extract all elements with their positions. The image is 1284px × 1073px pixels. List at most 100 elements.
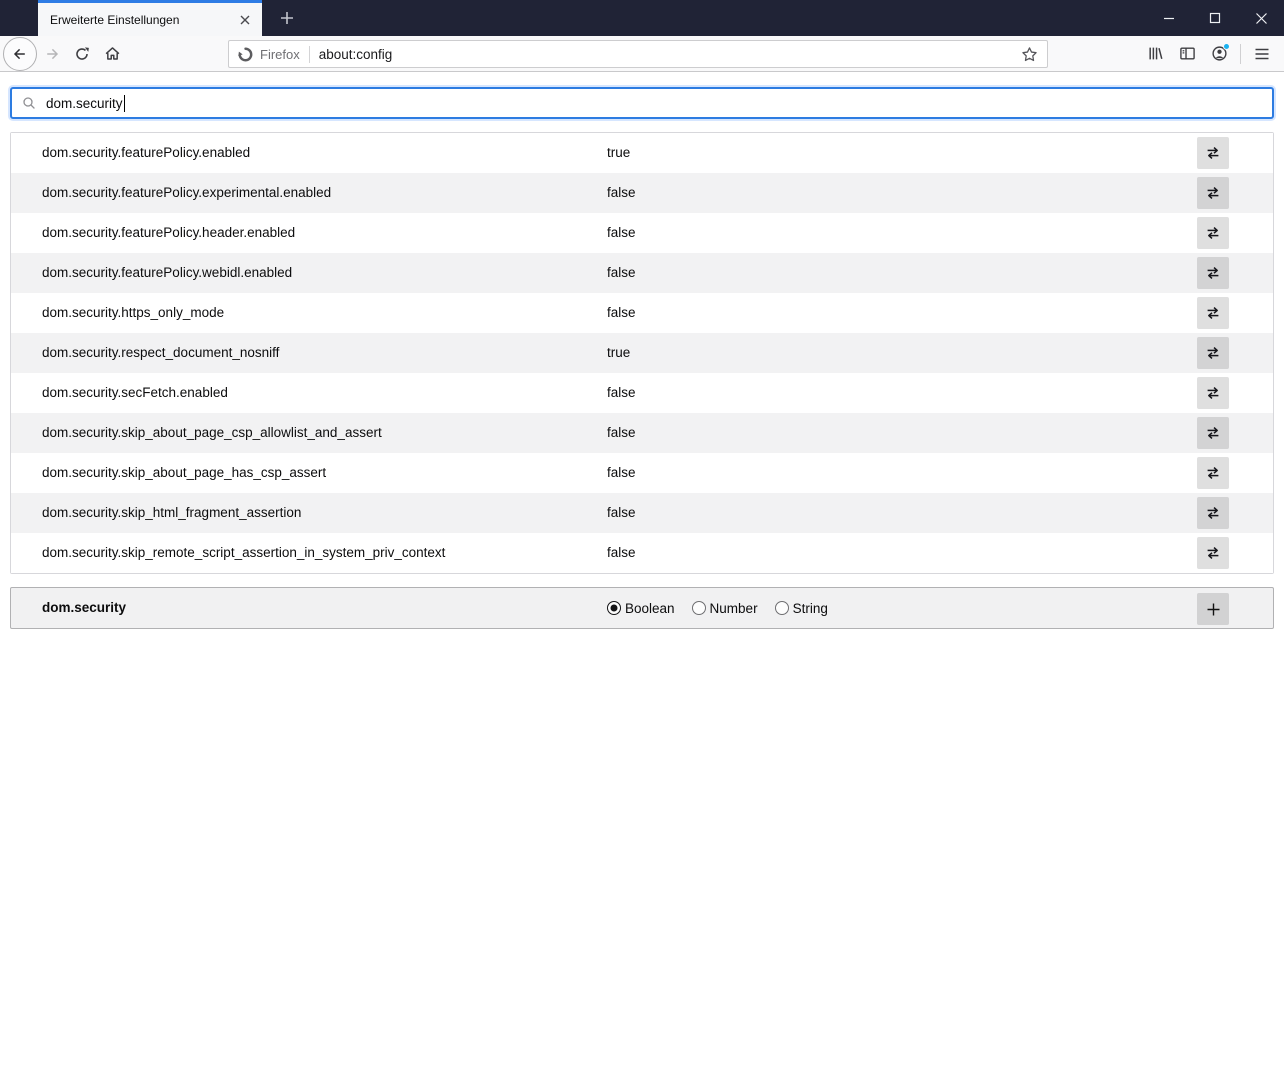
pref-type-radio[interactable]: Boolean (607, 601, 675, 616)
pref-value: true (607, 345, 631, 360)
maximize-icon[interactable] (1192, 0, 1238, 36)
pref-name: dom.security.secFetch.enabled (42, 385, 228, 400)
pref-toggle-button[interactable] (1197, 497, 1229, 529)
pref-value: false (607, 265, 636, 280)
about-config-page: dom.security dom.security.featurePolicy.… (0, 72, 1284, 1073)
radio-circle-icon (607, 601, 621, 615)
pref-row: dom.security.secFetch.enabled false (11, 373, 1273, 413)
pref-type-radio-group: Boolean Number String (607, 588, 828, 628)
pref-toggle-button[interactable] (1197, 137, 1229, 169)
pref-value: false (607, 185, 636, 200)
pref-toggle-button[interactable] (1197, 337, 1229, 369)
pref-value: false (607, 385, 636, 400)
pref-toggle-button[interactable] (1197, 377, 1229, 409)
pref-value: true (607, 145, 631, 160)
pref-toggle-button[interactable] (1197, 457, 1229, 489)
pref-type-radio[interactable]: Number (691, 600, 758, 616)
pref-name: dom.security.featurePolicy.enabled (42, 145, 251, 160)
pref-toggle-button[interactable] (1197, 537, 1229, 569)
pref-name: dom.security.featurePolicy.header.enable… (42, 225, 296, 240)
pref-toggle-button[interactable] (1197, 297, 1229, 329)
pref-toggle-button[interactable] (1197, 177, 1229, 209)
pref-toggle-button[interactable] (1197, 417, 1229, 449)
swap-arrows-icon (1207, 387, 1219, 399)
pref-row: dom.security.skip_remote_script_assertio… (11, 533, 1273, 573)
pref-row: dom.security.https_only_mode false (11, 293, 1273, 333)
back-button[interactable] (3, 36, 37, 71)
add-pref-name: dom.security (42, 600, 127, 615)
pref-row: dom.security.skip_html_fragment_assertio… (11, 493, 1273, 533)
search-input[interactable]: dom.security (10, 87, 1274, 119)
pref-toggle-button[interactable] (1197, 217, 1229, 249)
swap-arrows-icon (1207, 547, 1219, 559)
pref-row: dom.security.featurePolicy.enabled true (11, 133, 1273, 173)
urlbar-separator (308, 45, 310, 63)
pref-value: false (607, 225, 636, 240)
radio-label: Boolean (625, 600, 675, 616)
pref-name: dom.security.skip_remote_script_assertio… (42, 545, 446, 560)
browser-window: Erweiterte Einstellungen Firefox about:c… (0, 0, 1284, 1073)
toolbar-divider (1240, 43, 1241, 64)
home-button[interactable] (97, 39, 127, 69)
account-notification-dot (1223, 42, 1230, 50)
reload-button[interactable] (67, 39, 97, 69)
menu-icon[interactable] (1246, 39, 1278, 69)
search-icon (22, 96, 36, 110)
close-icon[interactable] (1238, 0, 1284, 36)
swap-arrows-icon (1207, 227, 1219, 239)
search-value: dom.security (46, 95, 123, 111)
prefs-table: dom.security.featurePolicy.enabled true … (10, 132, 1274, 574)
pref-toggle-button[interactable] (1197, 257, 1229, 289)
pref-name: dom.security.https_only_mode (42, 305, 225, 320)
navigation-toolbar: Firefox about:config (0, 36, 1284, 72)
bookmark-star-icon[interactable] (1017, 42, 1041, 66)
swap-arrows-icon (1207, 307, 1219, 319)
pref-row: dom.security.featurePolicy.webidl.enable… (11, 253, 1273, 293)
tab-title: Erweiterte Einstellungen (50, 12, 180, 27)
toolbar-right-group (1139, 36, 1278, 71)
pref-name: dom.security.featurePolicy.experimental.… (42, 185, 332, 200)
swap-arrows-icon (1207, 507, 1219, 519)
swap-arrows-icon (1207, 347, 1219, 359)
account-icon[interactable] (1203, 39, 1235, 69)
sidebar-icon[interactable] (1171, 39, 1203, 69)
swap-arrows-icon (1207, 427, 1219, 439)
radio-circle-icon (774, 601, 789, 615)
pref-type-radio[interactable]: String (774, 600, 828, 616)
radio-label: String (792, 600, 828, 616)
swap-arrows-icon (1207, 267, 1219, 279)
pref-row: dom.security.respect_document_nosniff tr… (11, 333, 1273, 373)
pref-name: dom.security.skip_about_page_has_csp_ass… (42, 465, 327, 480)
minimize-icon[interactable] (1146, 0, 1192, 36)
pref-value: false (607, 545, 636, 560)
firefox-logo-icon (238, 47, 253, 61)
pref-row: dom.security.skip_about_page_csp_allowli… (11, 413, 1273, 453)
forward-button[interactable] (37, 39, 67, 69)
radio-label: Number (709, 600, 758, 616)
swap-arrows-icon (1207, 147, 1219, 159)
identity-box[interactable]: Firefox (237, 46, 300, 63)
identity-label: Firefox (260, 46, 300, 62)
pref-name: dom.security.featurePolicy.webidl.enable… (42, 265, 293, 280)
tab-bar: Erweiterte Einstellungen (0, 0, 1284, 36)
library-icon[interactable] (1139, 39, 1171, 69)
tab-erweiterte-einstellungen[interactable]: Erweiterte Einstellungen (38, 0, 262, 36)
pref-row: dom.security.featurePolicy.header.enable… (11, 213, 1273, 253)
pref-row: dom.security.skip_about_page_has_csp_ass… (11, 453, 1273, 493)
new-tab-button[interactable] (270, 0, 304, 36)
tab-close-icon[interactable] (234, 9, 256, 31)
pref-row: dom.security.featurePolicy.experimental.… (11, 173, 1273, 213)
text-caret (123, 94, 125, 112)
add-pref-row: dom.security Boolean Number String (10, 587, 1274, 629)
pref-value: false (607, 305, 636, 320)
add-pref-button[interactable] (1197, 593, 1229, 625)
url-text[interactable]: about:config (319, 47, 1017, 62)
radio-circle-icon (691, 601, 706, 615)
pref-name: dom.security.skip_about_page_csp_allowli… (42, 425, 382, 440)
swap-arrows-icon (1207, 467, 1219, 479)
window-controls (1146, 0, 1284, 36)
pref-value: false (607, 425, 636, 440)
swap-arrows-icon (1207, 187, 1219, 199)
url-bar[interactable]: Firefox about:config (228, 40, 1048, 68)
pref-name: dom.security.respect_document_nosniff (42, 345, 280, 360)
